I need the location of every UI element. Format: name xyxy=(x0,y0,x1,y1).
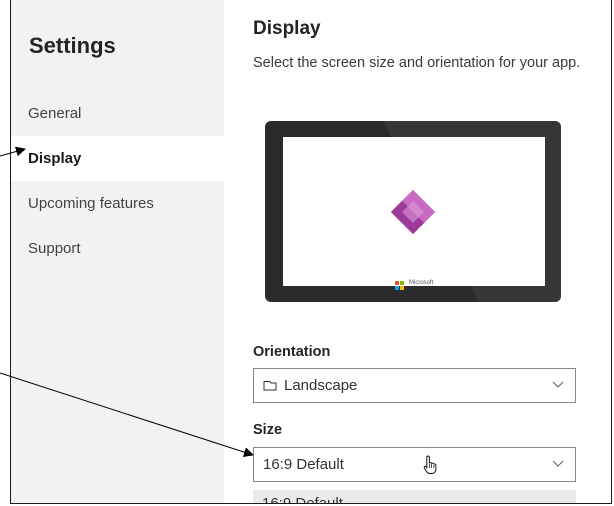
landscape-icon xyxy=(263,381,277,391)
size-dropdown[interactable]: 16:9 Default xyxy=(253,447,576,482)
sidebar-nav: General Display Upcoming features Suppor… xyxy=(11,91,224,271)
chevron-down-icon xyxy=(552,460,564,467)
chevron-down-icon xyxy=(552,381,564,388)
sidebar-item-upcoming-features[interactable]: Upcoming features xyxy=(11,181,224,226)
size-option-default[interactable]: 16:9 Default xyxy=(253,490,576,503)
device-preview: Microsoft xyxy=(265,121,561,302)
settings-panel: Settings General Display Upcoming featur… xyxy=(10,0,612,504)
sidebar: Settings General Display Upcoming featur… xyxy=(11,0,224,503)
orientation-value: Landscape xyxy=(284,377,358,394)
sidebar-item-general[interactable]: General xyxy=(11,91,224,136)
sidebar-item-support[interactable]: Support xyxy=(11,226,224,271)
size-value: 16:9 Default xyxy=(263,456,344,473)
size-label: Size xyxy=(253,422,283,438)
device-screen: Microsoft xyxy=(283,137,545,290)
microsoft-brand-text: Microsoft xyxy=(409,280,434,286)
page-description: Select the screen size and orientation f… xyxy=(253,55,581,71)
sidebar-title: Settings xyxy=(29,33,116,58)
orientation-label: Orientation xyxy=(253,344,331,360)
power-apps-icon xyxy=(391,190,435,234)
orientation-dropdown[interactable]: Landscape xyxy=(253,368,576,403)
page-title: Display xyxy=(253,18,321,39)
main-content: Display Select the screen size and orien… xyxy=(241,0,611,503)
microsoft-logo-icon xyxy=(395,281,404,290)
hand-cursor-icon xyxy=(423,455,437,474)
sidebar-item-display[interactable]: Display xyxy=(11,136,224,181)
